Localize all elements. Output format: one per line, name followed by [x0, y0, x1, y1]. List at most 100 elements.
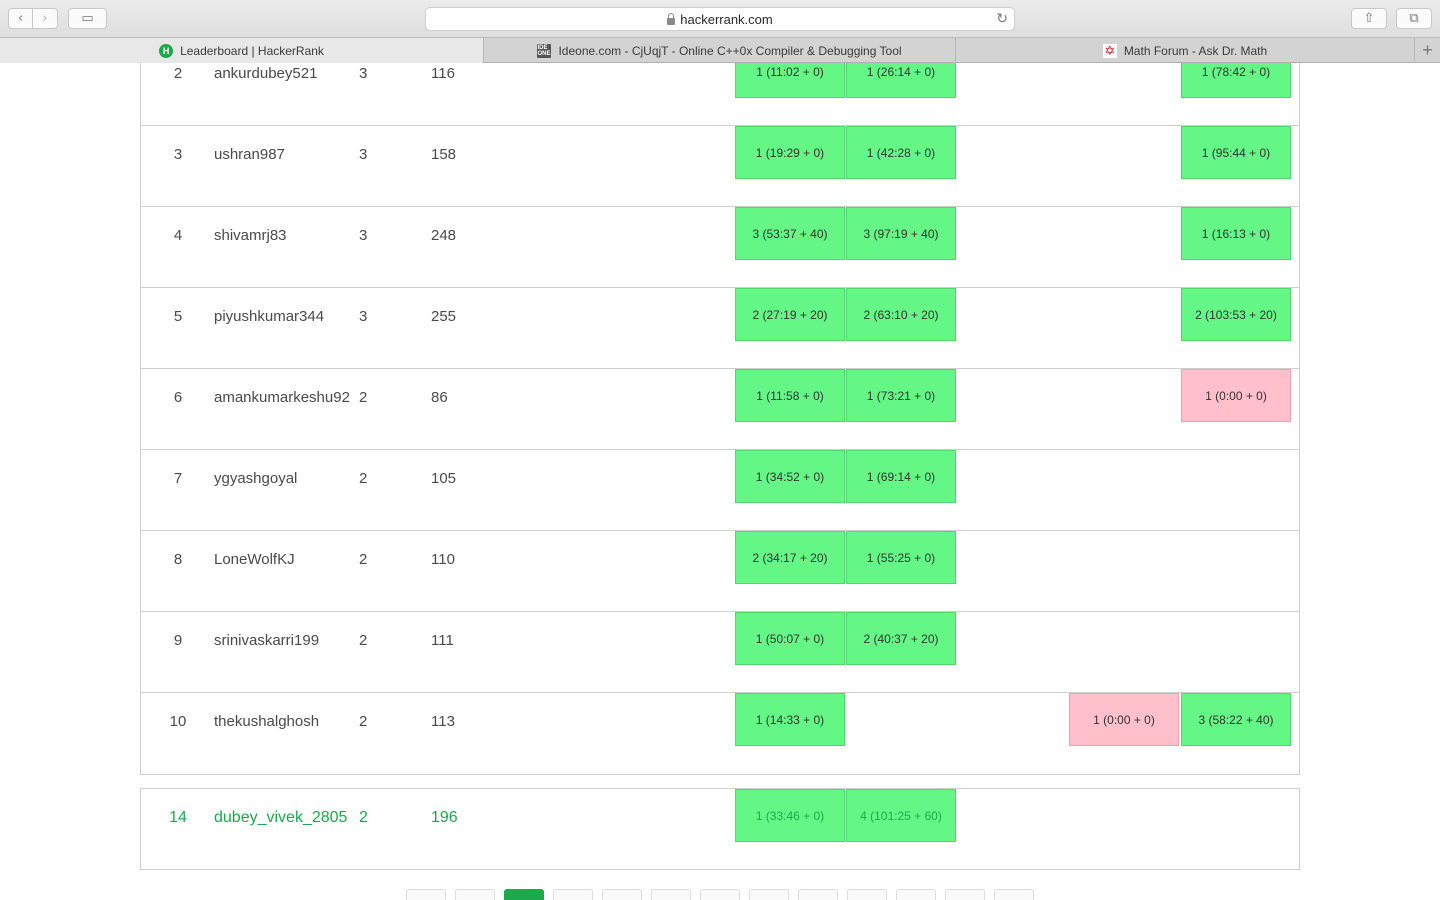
- leaderboard-row: 7 ygyashgoyal 2 105 1 (34:52 + 0) 1 (69:14 + …: [141, 450, 1299, 531]
- username-link[interactable]: piyushkumar344: [214, 308, 324, 325]
- rank-cell: 8: [173, 551, 183, 568]
- address-bar[interactable]: hackerrank.com ↻: [425, 7, 1015, 31]
- username-link[interactable]: srinivaskarri199: [214, 632, 319, 649]
- rank-cell: 6: [173, 389, 183, 406]
- tab-bar: H Leaderboard | HackerRank IDE ONE Ideon…: [0, 37, 1440, 63]
- submission-cell-accepted[interactable]: 3 (53:37 + 40): [735, 207, 845, 260]
- forward-button[interactable]: ›: [32, 8, 58, 29]
- solved-count-cell: 3: [359, 227, 368, 244]
- submission-cell-accepted[interactable]: 1 (11:02 + 0): [735, 63, 845, 98]
- score-cell: 158: [431, 146, 457, 163]
- math-forum-icon: ✡: [1102, 42, 1117, 58]
- submission-cell-accepted[interactable]: 1 (95:44 + 0): [1181, 126, 1291, 179]
- submission-cell-accepted[interactable]: 1 (78:42 + 0): [1181, 63, 1291, 98]
- solved-count-cell: 2: [359, 470, 368, 487]
- pagination-button[interactable]: [406, 889, 446, 900]
- tab-math-forum[interactable]: ✡ Math Forum - Ask Dr. Math: [955, 38, 1414, 63]
- pagination-button[interactable]: [749, 889, 789, 900]
- submission-cell-accepted[interactable]: 1 (16:13 + 0): [1181, 207, 1291, 260]
- score-cell: 116: [431, 65, 455, 82]
- leaderboard-row: 2 ankurdubey521 3 116 1 (11:02 + 0) 1 (26:14 …: [141, 63, 1299, 126]
- show-tabs-button[interactable]: ⧉: [1396, 8, 1432, 29]
- tab-ideone[interactable]: IDE ONE Ideone.com - CjUqjT - Online C++…: [483, 38, 955, 63]
- submission-cell-accepted[interactable]: 3 (58:22 + 40): [1181, 693, 1291, 746]
- tab-title: Math Forum - Ask Dr. Math: [1123, 43, 1268, 58]
- submission-cell-accepted[interactable]: 1 (69:14 + 0): [846, 450, 956, 503]
- score-cell: 113: [431, 713, 455, 730]
- ideone-icon: IDE ONE: [537, 43, 552, 58]
- score-cell: 110: [431, 551, 455, 568]
- browser-toolbar: ‹ › ▭ hackerrank.com ↻ ⇧ ⧉: [0, 0, 1440, 37]
- chevron-left-icon: ‹: [17, 11, 24, 26]
- submission-cell-accepted[interactable]: 1 (50:07 + 0): [735, 612, 845, 665]
- solved-count-cell: 2: [359, 632, 368, 649]
- username-link[interactable]: ushran987: [214, 146, 285, 163]
- submission-cell-accepted[interactable]: 1 (42:28 + 0): [846, 126, 956, 179]
- username-link[interactable]: dubey_vivek_2805: [214, 809, 347, 827]
- leaderboard-row: 4 shivamrj83 3 248 3 (53:37 + 40) 3 (97:19 + …: [141, 207, 1299, 288]
- leaderboard-row: 10 thekushalghosh 2 113 1 (14:33 + 0) 1 (0:00…: [141, 693, 1299, 774]
- back-button[interactable]: ‹: [8, 8, 33, 29]
- submission-cell-accepted[interactable]: 2 (40:37 + 20): [846, 612, 956, 665]
- leaderboard-row: 6 amankumarkeshu92 2 86 1 (11:58 + 0) 1 (73:2…: [141, 369, 1299, 450]
- hackerrank-icon: H: [159, 43, 174, 58]
- submission-cell-accepted[interactable]: 1 (73:21 + 0): [846, 369, 956, 422]
- rank-cell: 7: [173, 470, 183, 487]
- tab-title: Ideone.com - CjUqjT - Online C++0x Compi…: [558, 43, 902, 58]
- new-tab-button[interactable]: +: [1414, 38, 1440, 63]
- pagination-button[interactable]: [994, 889, 1034, 900]
- username-link[interactable]: LoneWolfKJ: [214, 551, 295, 568]
- submission-cell-accepted[interactable]: 2 (27:19 + 20): [735, 288, 845, 341]
- submission-cell-wrong[interactable]: 1 (0:00 + 0): [1069, 693, 1179, 746]
- share-button[interactable]: ⇧: [1351, 8, 1387, 29]
- submission-cell-accepted[interactable]: 4 (101:25 + 60): [846, 789, 956, 842]
- submission-cell-accepted[interactable]: 1 (19:29 + 0): [735, 126, 845, 179]
- submission-cell-accepted[interactable]: 1 (33:46 + 0): [735, 789, 845, 842]
- lock-icon: [667, 12, 676, 25]
- username-link[interactable]: thekushalghosh: [214, 713, 319, 730]
- leaderboard-row: 14 dubey_vivek_2805 2 196 1 (33:46 + 0) 4 (10…: [141, 789, 1299, 870]
- leaderboard-row: 9 srinivaskarri199 2 111 1 (50:07 + 0) 2 (40:…: [141, 612, 1299, 693]
- submission-cell-wrong[interactable]: 1 (0:00 + 0): [1181, 369, 1291, 422]
- pagination-button[interactable]: [602, 889, 642, 900]
- solved-count-cell: 3: [359, 65, 368, 82]
- pagination-button[interactable]: [553, 889, 593, 900]
- sidebar-toggle-button[interactable]: ▭: [68, 8, 107, 29]
- username-link[interactable]: ankurdubey521: [214, 65, 317, 82]
- submission-cell-accepted[interactable]: 1 (11:58 + 0): [735, 369, 845, 422]
- tabs-overview-icon: ⧉: [1409, 11, 1419, 26]
- submission-cell-accepted[interactable]: 2 (103:53 + 20): [1181, 288, 1291, 341]
- submission-cell-accepted[interactable]: 1 (26:14 + 0): [846, 63, 956, 98]
- solved-count-cell: 2: [359, 713, 368, 730]
- pagination-button[interactable]: [455, 889, 495, 900]
- username-link[interactable]: shivamrj83: [214, 227, 287, 244]
- reload-icon[interactable]: ↻: [996, 11, 1008, 27]
- pagination-button[interactable]: [504, 889, 544, 900]
- submission-cell-accepted[interactable]: 1 (55:25 + 0): [846, 531, 956, 584]
- leaderboard-table: 2 ankurdubey521 3 116 1 (11:02 + 0) 1 (26:14 …: [140, 63, 1300, 775]
- tab-leaderboard[interactable]: H Leaderboard | HackerRank: [0, 38, 483, 63]
- solved-count-cell: 2: [359, 389, 368, 406]
- rank-cell: 3: [173, 146, 183, 163]
- username-link[interactable]: amankumarkeshu92: [214, 389, 350, 406]
- submission-cell-accepted[interactable]: 1 (14:33 + 0): [735, 693, 845, 746]
- submission-cell-accepted[interactable]: 1 (34:52 + 0): [735, 450, 845, 503]
- plus-icon: +: [1422, 40, 1433, 60]
- pagination-button[interactable]: [896, 889, 936, 900]
- pagination-button[interactable]: [945, 889, 985, 900]
- username-link[interactable]: ygyashgoyal: [214, 470, 297, 487]
- submission-cell-accepted[interactable]: 2 (63:10 + 20): [846, 288, 956, 341]
- submission-cell-accepted[interactable]: 2 (34:17 + 20): [735, 531, 845, 584]
- leaderboard-row: 8 LoneWolfKJ 2 110 2 (34:17 + 20) 1 (55:25 + …: [141, 531, 1299, 612]
- score-cell: 111: [431, 632, 454, 649]
- score-cell: 248: [431, 227, 457, 244]
- pagination-button[interactable]: [847, 889, 887, 900]
- score-cell: 255: [431, 308, 457, 325]
- score-cell: 105: [431, 470, 457, 487]
- submission-cell-accepted[interactable]: 3 (97:19 + 40): [846, 207, 956, 260]
- pagination-button[interactable]: [651, 889, 691, 900]
- pagination-button[interactable]: [700, 889, 740, 900]
- share-icon: ⇧: [1363, 11, 1375, 26]
- pagination-button[interactable]: [798, 889, 838, 900]
- rank-cell: 4: [173, 227, 183, 244]
